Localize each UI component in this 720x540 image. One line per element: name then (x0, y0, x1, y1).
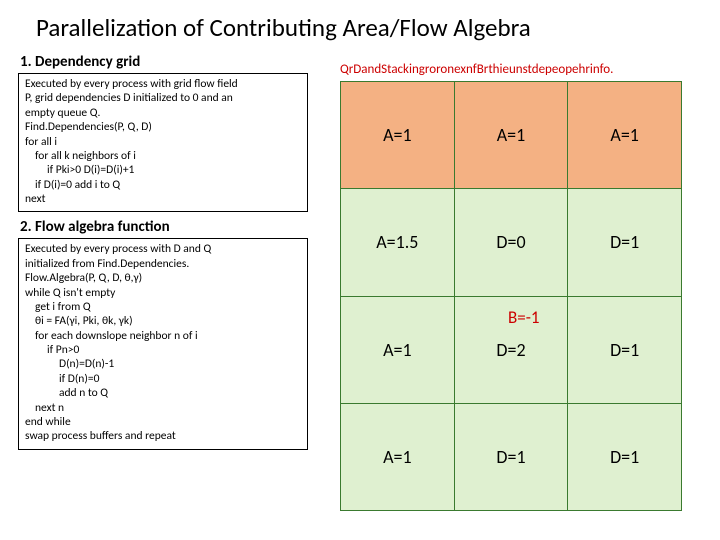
code-line: swap process buffers and repeat (25, 429, 301, 443)
code-line: if Pn>0 (25, 343, 301, 357)
grid-cell: A=1.5 (341, 189, 455, 296)
grid-cell: A=1 (341, 403, 455, 510)
code-line: empty queue Q. (25, 106, 301, 120)
code-line: next n (25, 401, 301, 415)
code-line: Executed by every process with D and Q (25, 242, 301, 256)
section1-box: Executed by every process with grid flow… (18, 73, 308, 212)
right-column: QrDandStackingroronexnfBrthieunstdepeope… (340, 62, 700, 511)
grid-cell: D=1 (568, 403, 682, 510)
grid-cell: D=1 (568, 189, 682, 296)
grid-row: A=1A=1A=1 (341, 82, 682, 189)
code-line: for all i (25, 135, 301, 149)
code-line: next (25, 192, 301, 206)
grid-row: A=1.5D=0D=1 (341, 189, 682, 296)
code-line: Flow.Algebra(P, Q, D, θ,γ) (25, 271, 301, 285)
code-line: end while (25, 415, 301, 429)
grid-cell: A=1 (341, 82, 455, 189)
code-line: if D(n)=0 (25, 372, 301, 386)
grid-cell: D=1 (568, 296, 682, 403)
grid-cell: D=1 (454, 403, 568, 510)
code-line: while Q isn't empty (25, 286, 301, 300)
page-title: Parallelization of Contributing Area/Flo… (18, 12, 702, 43)
grid-cell: A=1 (454, 82, 568, 189)
code-line: θi = FA(γi, Pki, θk, γk) (25, 314, 301, 328)
b-label: B=-1 (508, 307, 540, 328)
left-column: 1. Dependency grid Executed by every pro… (18, 51, 318, 456)
grid-cell: D=0 (454, 189, 568, 296)
grid-cell: A=1 (341, 296, 455, 403)
grid-cell: A=1 (568, 82, 682, 189)
code-line: if Pki>0 D(i)=D(i)+1 (25, 163, 301, 177)
code-line: Executed by every process with grid flow… (25, 77, 301, 91)
section2-box: Executed by every process with D and Qin… (18, 238, 308, 449)
code-line: add n to Q (25, 386, 301, 400)
code-line: Find.Dependencies(P, Q, D) (25, 120, 301, 134)
grid-row: A=1D=1D=1 (341, 403, 682, 510)
red-overlay-text: QrDandStackingroronexnfBrthieunstdepeope… (340, 62, 700, 77)
code-line: get i from Q (25, 300, 301, 314)
code-line: D(n)=D(n)-1 (25, 357, 301, 371)
section2-heading: 2. Flow algebra function (20, 218, 318, 236)
section1-heading: 1. Dependency grid (20, 53, 318, 71)
flow-grid: A=1A=1A=1A=1.5D=0D=1A=1D=2D=1A=1D=1D=1 (340, 81, 682, 511)
code-line: initialized from Find.Dependencies. (25, 257, 301, 271)
code-line: P, grid dependencies D initialized to 0 … (25, 91, 301, 105)
grid-wrap: A=1A=1A=1A=1.5D=0D=1A=1D=2D=1A=1D=1D=1 B… (340, 81, 682, 511)
code-line: for each downslope neighbor n of i (25, 329, 301, 343)
code-line: if D(i)=0 add i to Q (25, 178, 301, 192)
code-line: for all k neighbors of i (25, 149, 301, 163)
